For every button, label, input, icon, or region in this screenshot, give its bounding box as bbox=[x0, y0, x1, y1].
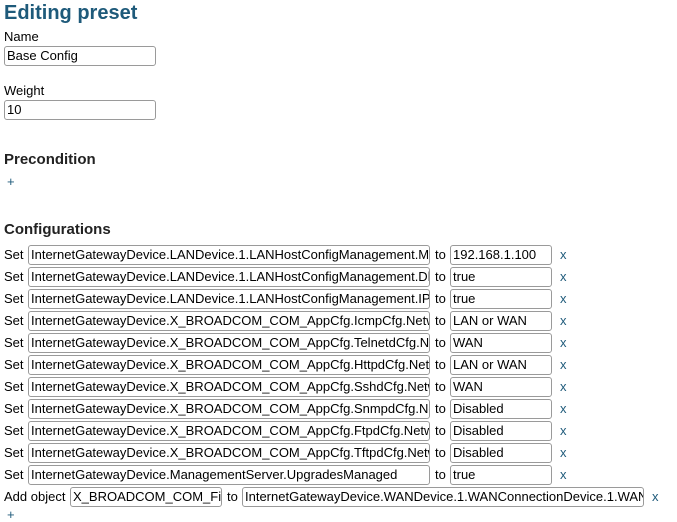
config-parameter-field[interactable]: InternetGatewayDevice.LANDevice.1.LANHos… bbox=[28, 267, 430, 287]
config-verb: Set bbox=[4, 423, 24, 438]
config-parameter-field[interactable]: InternetGatewayDevice.X_BROADCOM_COM_App… bbox=[28, 311, 430, 331]
config-verb: Set bbox=[4, 467, 24, 482]
config-row: Set InternetGatewayDevice.X_BROADCOM_COM_… bbox=[4, 421, 674, 441]
delete-config-button[interactable]: x bbox=[560, 247, 567, 262]
name-label: Name bbox=[4, 29, 39, 44]
to-label: to bbox=[435, 313, 446, 328]
config-value-field[interactable]: Disabled bbox=[450, 443, 552, 463]
delete-config-button[interactable]: x bbox=[560, 423, 567, 438]
delete-config-button[interactable]: x bbox=[560, 401, 567, 416]
delete-config-button[interactable]: x bbox=[560, 467, 567, 482]
delete-config-button[interactable]: x bbox=[560, 269, 567, 284]
weight-field[interactable]: 10 bbox=[4, 100, 156, 120]
config-row: Set InternetGatewayDevice.X_BROADCOM_COM_… bbox=[4, 311, 674, 331]
delete-config-button[interactable]: x bbox=[560, 379, 567, 394]
to-label: to bbox=[435, 357, 446, 372]
delete-config-button[interactable]: x bbox=[560, 291, 567, 306]
config-value-field[interactable]: Disabled bbox=[450, 421, 552, 441]
config-row: Set InternetGatewayDevice.X_BROADCOM_COM_… bbox=[4, 333, 674, 353]
delete-config-button[interactable]: x bbox=[560, 357, 567, 372]
config-value-field[interactable]: true bbox=[450, 465, 552, 485]
config-verb: Set bbox=[4, 357, 24, 372]
config-row: Set InternetGatewayDevice.LANDevice.1.LAN… bbox=[4, 289, 674, 309]
config-verb: Set bbox=[4, 247, 24, 262]
to-label: to bbox=[435, 379, 446, 394]
to-label: to bbox=[435, 247, 446, 262]
config-value-field[interactable]: true bbox=[450, 289, 552, 309]
delete-config-button[interactable]: x bbox=[560, 445, 567, 460]
config-parameter-field[interactable]: InternetGatewayDevice.X_BROADCOM_COM_App… bbox=[28, 399, 430, 419]
config-verb: Set bbox=[4, 291, 24, 306]
config-parameter-field[interactable]: InternetGatewayDevice.ManagementServer.U… bbox=[28, 465, 430, 485]
name-field[interactable]: Base Config bbox=[4, 46, 156, 66]
config-parameter-field[interactable]: InternetGatewayDevice.X_BROADCOM_COM_App… bbox=[28, 333, 430, 353]
config-verb: Set bbox=[4, 313, 24, 328]
delete-config-button[interactable]: x bbox=[560, 313, 567, 328]
delete-config-button[interactable]: x bbox=[652, 489, 659, 504]
configurations-heading: Configurations bbox=[4, 221, 111, 238]
config-parameter-field[interactable]: InternetGatewayDevice.X_BROADCOM_COM_App… bbox=[28, 421, 430, 441]
config-verb: Set bbox=[4, 445, 24, 460]
config-verb: Add object bbox=[4, 489, 66, 504]
config-row: Set InternetGatewayDevice.X_BROADCOM_COM_… bbox=[4, 355, 674, 375]
config-verb: Set bbox=[4, 379, 24, 394]
to-label: to bbox=[227, 489, 238, 504]
config-row: Set InternetGatewayDevice.LANDevice.1.LAN… bbox=[4, 245, 674, 265]
to-label: to bbox=[435, 335, 446, 350]
add-object-row: Add object X_BROADCOM_COM_Fi to Internet… bbox=[4, 487, 674, 507]
delete-config-button[interactable]: x bbox=[560, 335, 567, 350]
config-row: Set InternetGatewayDevice.ManagementServe… bbox=[4, 465, 674, 485]
config-parameter-field[interactable]: InternetGatewayDevice.X_BROADCOM_COM_App… bbox=[28, 443, 430, 463]
config-row: Set InternetGatewayDevice.LANDevice.1.LAN… bbox=[4, 267, 674, 287]
precondition-heading: Precondition bbox=[4, 151, 96, 168]
config-value-field[interactable]: LAN or WAN bbox=[450, 311, 552, 331]
to-label: to bbox=[435, 401, 446, 416]
weight-label: Weight bbox=[4, 83, 45, 98]
config-value-field[interactable]: WAN bbox=[450, 333, 552, 353]
config-parameter-field[interactable]: InternetGatewayDevice.X_BROADCOM_COM_App… bbox=[28, 355, 430, 375]
config-verb: Set bbox=[4, 335, 24, 350]
config-parameter-field[interactable]: InternetGatewayDevice.LANDevice.1.LANHos… bbox=[28, 289, 430, 309]
object-name-field[interactable]: X_BROADCOM_COM_Fi bbox=[70, 487, 222, 507]
config-value-field[interactable]: WAN bbox=[450, 377, 552, 397]
to-label: to bbox=[435, 291, 446, 306]
config-value-field[interactable]: Disabled bbox=[450, 399, 552, 419]
config-verb: Set bbox=[4, 401, 24, 416]
page-title: Editing preset bbox=[4, 2, 138, 24]
config-row: Set InternetGatewayDevice.X_BROADCOM_COM_… bbox=[4, 443, 674, 463]
config-parameter-field[interactable]: InternetGatewayDevice.X_BROADCOM_COM_App… bbox=[28, 377, 430, 397]
config-parameter-field[interactable]: InternetGatewayDevice.LANDevice.1.LANHos… bbox=[28, 245, 430, 265]
config-row: Set InternetGatewayDevice.X_BROADCOM_COM_… bbox=[4, 399, 674, 419]
config-verb: Set bbox=[4, 269, 24, 284]
add-precondition-button[interactable]: + bbox=[7, 174, 15, 189]
config-value-field[interactable]: 192.168.1.100 bbox=[450, 245, 552, 265]
to-label: to bbox=[435, 467, 446, 482]
to-label: to bbox=[435, 445, 446, 460]
config-value-field[interactable]: LAN or WAN bbox=[450, 355, 552, 375]
to-label: to bbox=[435, 423, 446, 438]
to-label: to bbox=[435, 269, 446, 284]
object-target-field[interactable]: InternetGatewayDevice.WANDevice.1.WANCon… bbox=[242, 487, 644, 507]
config-row: Set InternetGatewayDevice.X_BROADCOM_COM_… bbox=[4, 377, 674, 397]
config-value-field[interactable]: true bbox=[450, 267, 552, 287]
